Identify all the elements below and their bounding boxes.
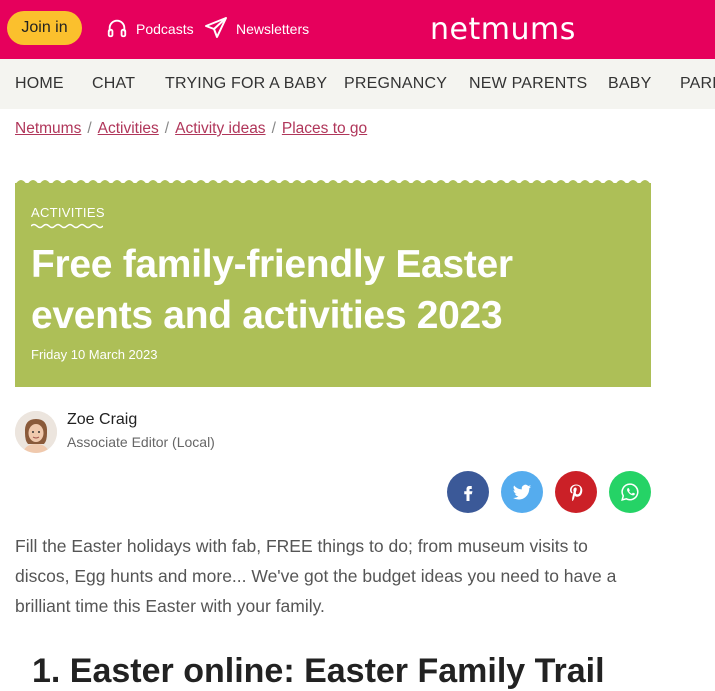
nav-item-trying-for-a-baby[interactable]: TRYING FOR A BABY xyxy=(165,75,327,93)
podcasts-link[interactable]: Podcasts xyxy=(106,18,194,40)
share-pinterest-button[interactable] xyxy=(555,471,597,513)
breadcrumb-separator: / xyxy=(164,120,170,137)
page-title: Free family-friendly Easter events and a… xyxy=(31,243,513,337)
breadcrumb-netmums[interactable]: Netmums xyxy=(15,120,81,137)
nav-item-chat[interactable]: CHAT xyxy=(92,75,135,93)
top-bar: Join in Podcasts Newsletters netmums xyxy=(0,0,715,59)
newsletters-link[interactable]: Newsletters xyxy=(204,16,310,43)
breadcrumb-activity-ideas[interactable]: Activity ideas xyxy=(175,120,265,137)
author-role: Associate Editor (Local) xyxy=(67,434,215,450)
breadcrumb-activities[interactable]: Activities xyxy=(98,120,159,137)
hero-category[interactable]: ACTIVITIES xyxy=(31,205,105,220)
author-avatar[interactable] xyxy=(15,411,57,453)
breadcrumb-separator: / xyxy=(87,120,92,137)
article-intro: Fill the Easter holidays with fab, FREE … xyxy=(15,536,617,616)
twitter-icon xyxy=(512,484,532,500)
newsletters-label: Newsletters xyxy=(236,21,310,37)
podcasts-label: Podcasts xyxy=(136,21,194,37)
nav-item-baby[interactable]: BABY xyxy=(608,75,652,93)
publish-date: Friday 10 March 2023 xyxy=(31,347,158,362)
article-hero: ACTIVITIES Free family-friendly Easter e… xyxy=(15,183,651,387)
main-nav: HOME CHAT TRYING FOR A BABY PREGNANCY NE… xyxy=(0,59,715,109)
nav-item-pregnancy[interactable]: PREGNANCY xyxy=(344,75,447,93)
squiggle-underline xyxy=(31,223,103,229)
paper-plane-icon xyxy=(204,16,236,43)
facebook-icon xyxy=(464,486,473,501)
nav-item-home[interactable]: HOME xyxy=(15,75,64,93)
join-in-button[interactable]: Join in xyxy=(7,11,82,45)
share-whatsapp-button[interactable] xyxy=(609,471,651,513)
share-facebook-button[interactable] xyxy=(447,471,489,513)
pinterest-icon xyxy=(570,484,583,501)
breadcrumb-places-to-go[interactable]: Places to go xyxy=(282,120,367,137)
section-heading: 1. Easter online: Easter Family Trail xyxy=(32,652,605,690)
nav-item-parenting[interactable]: PARENTING xyxy=(680,75,715,93)
breadcrumb-separator: / xyxy=(271,120,276,137)
author-name[interactable]: Zoe Craig xyxy=(67,411,137,429)
headphones-icon xyxy=(106,17,136,42)
breadcrumb: Netmums / Activities / Activity ideas / Places… xyxy=(15,120,367,138)
nav-item-new-parents[interactable]: NEW PARENTS xyxy=(469,75,587,93)
whatsapp-icon xyxy=(621,483,639,501)
share-twitter-button[interactable] xyxy=(501,471,543,513)
netmums-logo[interactable]: netmums xyxy=(430,12,576,47)
